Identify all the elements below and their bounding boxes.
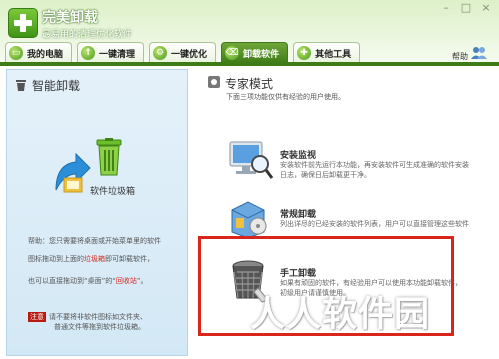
help-link[interactable]: 帮助 <box>452 51 468 62</box>
smart-uninstall-title: 智能卸载 <box>14 77 80 94</box>
tab-one-click-optimize[interactable]: ⚙ 一键优化 <box>149 42 217 63</box>
settings-small-icon <box>208 76 220 88</box>
app-logo-icon <box>8 8 38 38</box>
tools-icon: ✚ <box>297 46 312 60</box>
note-line1: 注意 请不要将非软件图标如文件夹、 <box>28 312 147 322</box>
expert-mode-title: 专家模式 <box>225 77 274 91</box>
help-text-line2: 图标拖动到上面的垃圾箱即可卸载软件， <box>28 255 154 263</box>
maximize-icon[interactable]: □ <box>459 2 473 14</box>
clean-icon: ↑ <box>81 46 96 60</box>
minimize-icon[interactable]: – <box>439 2 453 14</box>
users-icon[interactable] <box>470 46 488 60</box>
uninstall-icon: ⌫ <box>225 46 240 60</box>
regular-uninstall-desc: 列出详尽的已经安装的软件列表，用户可以直接管理这些软件 <box>280 220 469 228</box>
trash-small-icon <box>16 80 26 91</box>
install-monitor-desc: 安装软件前先运行本功能，再安装软件可生成准确的软件安装 日志，确保日后卸载更干净。 <box>280 161 469 179</box>
expert-mode-subtitle: 下面三项功能仅供有经验的用户使用。 <box>226 93 345 101</box>
help-text-line3: 也可以直接拖动到“桌面”的“回收站”。 <box>28 277 148 285</box>
main-tabs: ▭ 我的电脑 ↑ 一键清理 ⚙ 一键优化 ⌫ 卸载软件 ✚ 其他工具 <box>5 42 361 63</box>
tab-my-computer[interactable]: ▭ 我的电脑 <box>5 42 73 63</box>
help-text-line1: 帮助：您只需要将桌面或开始菜单里的软件 <box>28 237 161 245</box>
tab-uninstall-software[interactable]: ⌫ 卸载软件 <box>221 42 289 63</box>
note-line2: 普通文件等拖到软件垃圾箱。 <box>54 323 145 331</box>
note-badge: 注意 <box>28 312 46 322</box>
tab-strip <box>0 62 499 66</box>
app-title: 完美卸载 <box>42 10 98 26</box>
tab-one-click-clean[interactable]: ↑ 一键清理 <box>77 42 145 63</box>
close-icon[interactable]: × <box>479 2 493 14</box>
recycle-bin-link: 回收站 <box>115 277 137 285</box>
tab-other-tools[interactable]: ✚ 其他工具 <box>293 42 361 63</box>
drag-arrow-icon <box>55 152 91 193</box>
optimize-icon: ⚙ <box>153 46 168 60</box>
monitor-icon[interactable] <box>228 138 274 182</box>
title-bar: 完美卸载 最易用的清理优化软件 – □ × ▭ 我的电脑 ↑ 一键清理 ⚙ 一键… <box>0 0 499 63</box>
watermark: 人人软件园 <box>250 295 431 335</box>
software-trash-bin-icon[interactable] <box>95 138 123 176</box>
software-trash-bin-label: 软件垃圾箱 <box>90 187 136 197</box>
software-box-icon[interactable] <box>228 198 270 238</box>
app-subtitle: 最易用的清理优化软件 <box>42 30 133 40</box>
computer-icon: ▭ <box>9 46 23 60</box>
window-controls: – □ × <box>439 2 493 14</box>
